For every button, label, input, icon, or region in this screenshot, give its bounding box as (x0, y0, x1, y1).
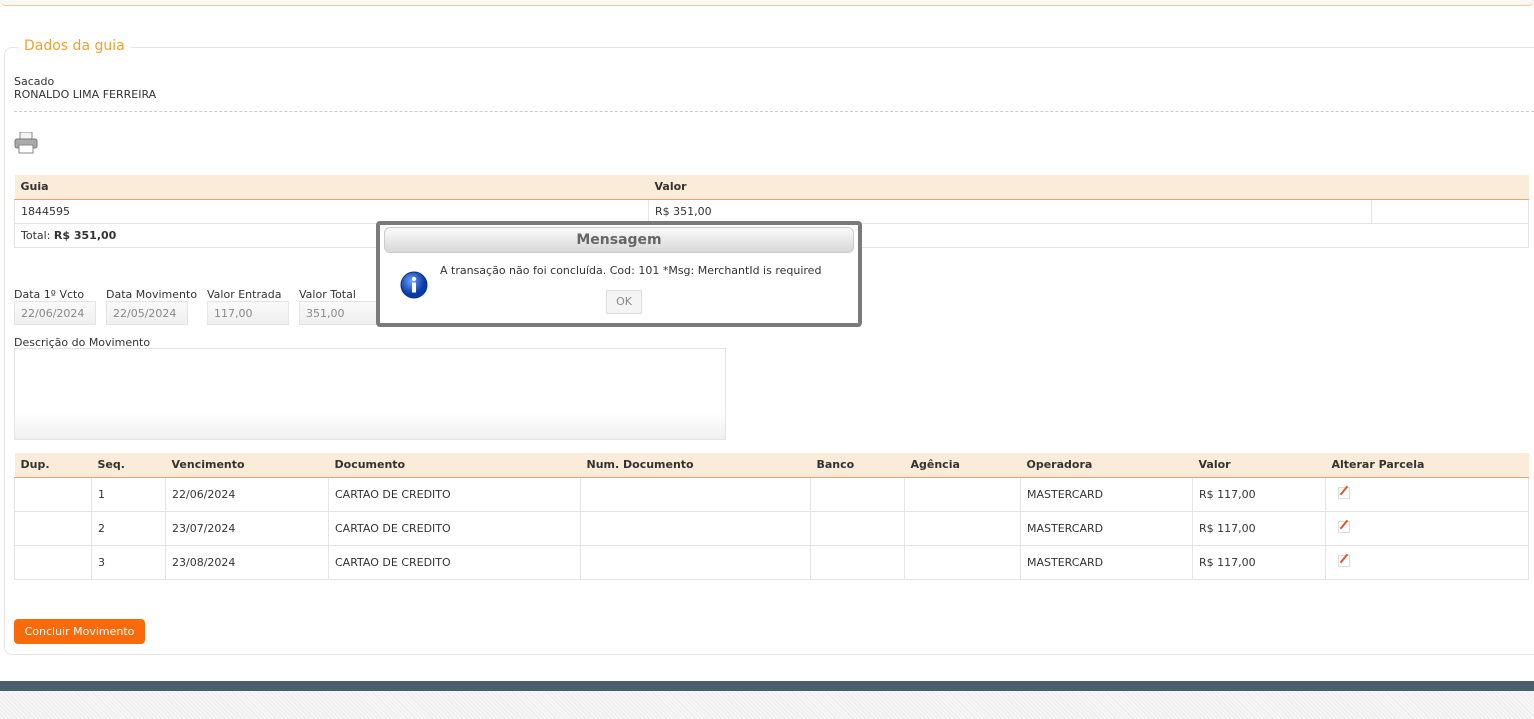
table-cell: CARTAO DE CREDITO (328, 511, 581, 546)
column-header: Banco (810, 453, 905, 478)
table-cell (14, 477, 92, 512)
column-header: Valor (1192, 453, 1326, 478)
empty-cell (1371, 199, 1529, 224)
ok-button[interactable]: OK (606, 290, 642, 314)
table-cell: 2 (91, 511, 166, 546)
column-header: Alterar Parcela (1325, 453, 1529, 478)
total-value: R$ 351,00 (53, 228, 117, 242)
table-row: 3 23/08/2024 CARTAO DE CREDITO MASTERCARD R$… (14, 545, 1529, 580)
column-header: Seq. (91, 453, 166, 478)
table-row: 2 23/07/2024 CARTAO DE CREDITO MASTERCARD R$… (14, 511, 1529, 546)
header-empty (1371, 175, 1529, 200)
top-bar (0, 0, 1534, 6)
sacado-value: RONALDO LIMA FERREIRA (14, 88, 157, 101)
field-label: Valor Total (299, 288, 356, 301)
footer-background (0, 691, 1534, 719)
total-label: Total: (21, 228, 51, 242)
table-cell: MASTERCARD (1020, 511, 1193, 546)
table-cell: 23/07/2024 (165, 511, 329, 546)
field-label: Data 1º Vcto (14, 288, 85, 301)
table-cell: R$ 117,00 (1192, 477, 1326, 512)
table-cell: MASTERCARD (1020, 545, 1193, 580)
header-valor: Valor (648, 175, 1372, 200)
table-cell (580, 545, 811, 580)
column-header: Operadora (1020, 453, 1193, 478)
message-dialog: Mensagem A transação não foi concluída. … (376, 221, 862, 327)
alterar-parcela-cell (1325, 477, 1529, 512)
column-header: Num. Documento (580, 453, 811, 478)
descricao-textarea[interactable] (14, 348, 726, 440)
guia-cell: 1844595 (14, 199, 649, 224)
edit-icon[interactable] (1338, 554, 1350, 567)
edit-icon[interactable] (1338, 520, 1350, 533)
table-cell (810, 545, 905, 580)
table-cell: 22/06/2024 (165, 477, 329, 512)
parcelas-table: Dup. Seq. Vencimento Documento Num. Document… (14, 453, 1529, 580)
table-cell: 23/08/2024 (165, 545, 329, 580)
column-header: Dup. (14, 453, 92, 478)
sacado-label: Sacado (14, 75, 55, 88)
valor-entrada-input[interactable]: 117,00 (207, 301, 289, 325)
edit-icon[interactable] (1338, 486, 1350, 499)
valor-total-input[interactable]: 351,00 (299, 301, 381, 325)
concluir-movimento-button[interactable]: Concluir Movimento (14, 619, 145, 644)
print-icon[interactable] (14, 132, 38, 154)
table-cell (904, 511, 1021, 546)
field-label: Valor Entrada (207, 288, 282, 301)
alterar-parcela-cell (1325, 545, 1529, 580)
table-row: 1844595 R$ 351,00 (14, 199, 1529, 224)
table-cell (14, 545, 92, 580)
table-cell: 3 (91, 545, 166, 580)
table-cell: R$ 117,00 (1192, 511, 1326, 546)
column-header: Documento (328, 453, 581, 478)
table-cell: 1 (91, 477, 166, 512)
data-movimento-input[interactable]: 22/05/2024 (106, 301, 188, 325)
table-cell (14, 511, 92, 546)
header-guia: Guia (14, 175, 649, 200)
table-cell (810, 477, 905, 512)
column-header: Agência (904, 453, 1021, 478)
section-title: Dados da guia (18, 38, 131, 54)
dialog-title: Mensagem (384, 227, 854, 253)
alterar-parcela-cell (1325, 511, 1529, 546)
footer-bar (0, 681, 1534, 691)
table-cell (580, 477, 811, 512)
divider (14, 111, 1534, 112)
dialog-message: A transação não foi concluída. Cod: 101 … (440, 264, 822, 277)
table-cell: CARTAO DE CREDITO (328, 477, 581, 512)
table-cell: MASTERCARD (1020, 477, 1193, 512)
column-header: Vencimento (165, 453, 329, 478)
table-cell: CARTAO DE CREDITO (328, 545, 581, 580)
table-cell (810, 511, 905, 546)
info-icon (400, 271, 428, 299)
table-cell (904, 477, 1021, 512)
data-vcto-input[interactable]: 22/06/2024 (14, 301, 96, 325)
table-cell: R$ 117,00 (1192, 545, 1326, 580)
table-row: 1 22/06/2024 CARTAO DE CREDITO MASTERCARD R$… (14, 477, 1529, 512)
table-cell (580, 511, 811, 546)
valor-cell: R$ 351,00 (648, 199, 1372, 224)
table-cell (904, 545, 1021, 580)
field-label: Data Movimento (106, 288, 198, 301)
